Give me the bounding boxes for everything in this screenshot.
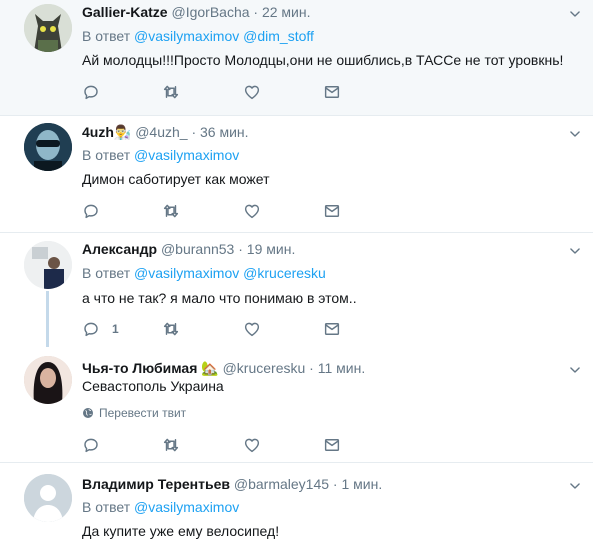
retweet-icon	[162, 202, 180, 220]
heart-icon	[243, 436, 261, 454]
profile-photo	[24, 356, 72, 404]
author-name[interactable]: Gallier-Katze	[82, 4, 168, 20]
avatar[interactable]	[24, 4, 72, 52]
author-handle[interactable]: @barmaley145	[234, 476, 329, 492]
reply-icon	[82, 436, 100, 454]
mention-link[interactable]: @kruceresku	[243, 265, 326, 281]
tweet[interactable]: Чья-то Любимая 🏡 @kruceresku · 11 мин. С…	[0, 346, 593, 462]
envelope-icon	[323, 320, 341, 338]
reply-button[interactable]: 1	[82, 319, 119, 339]
avatar[interactable]	[24, 241, 72, 289]
mention-link[interactable]: @dim_stoff	[243, 28, 314, 44]
tweet-text: Ай молодцы!!!Просто Молодцы,они не ошибл…	[82, 52, 564, 68]
tweet-timestamp[interactable]: · 36 мин.	[191, 124, 248, 140]
tweet-timestamp[interactable]: · 22 мин.	[253, 4, 310, 20]
reply-context: В ответ @vasilymaximov	[82, 499, 239, 515]
tweet-text: а что не так? я мало что понимаю в этом.…	[82, 290, 357, 306]
heart-icon	[243, 202, 261, 220]
translate-label: Перевести твит	[99, 406, 187, 420]
retweet-icon	[162, 83, 180, 101]
name-emoji: 👨‍🔬	[113, 124, 132, 140]
author-name[interactable]: Владимир Терентьев	[82, 476, 230, 492]
like-button[interactable]	[243, 435, 261, 455]
envelope-icon	[323, 436, 341, 454]
retweet-button[interactable]	[162, 319, 180, 339]
tweet[interactable]: Gallier-Katze @IgorBacha · 22 мин. В отв…	[0, 0, 593, 115]
reply-prefix: В ответ	[82, 28, 131, 44]
direct-message-button[interactable]	[323, 319, 341, 339]
profile-photo	[24, 123, 72, 171]
direct-message-button[interactable]	[323, 435, 341, 455]
chevron-down-icon[interactable]	[568, 244, 582, 258]
chevron-down-icon[interactable]	[568, 363, 582, 377]
chevron-down-icon[interactable]	[568, 7, 582, 21]
avatar[interactable]	[24, 474, 72, 522]
name-emoji: 🏡	[201, 360, 219, 376]
like-button[interactable]	[243, 201, 261, 221]
profile-photo	[24, 241, 72, 289]
retweet-button[interactable]	[162, 82, 180, 102]
like-button[interactable]	[243, 319, 261, 339]
mention-link[interactable]: @vasilymaximov	[134, 499, 239, 515]
retweet-icon	[162, 320, 180, 338]
reply-prefix: В ответ	[82, 147, 131, 163]
thread-connector	[46, 291, 49, 347]
tweet-text: Севастополь Украина	[82, 378, 224, 394]
retweet-button[interactable]	[162, 201, 180, 221]
heart-icon	[243, 320, 261, 338]
reply-context: В ответ @vasilymaximov @kruceresku	[82, 265, 326, 281]
tweet-header: Gallier-Katze @IgorBacha · 22 мин.	[82, 3, 311, 21]
mention-link[interactable]: @vasilymaximov	[134, 147, 239, 163]
author-handle[interactable]: @4uzh_	[135, 124, 187, 140]
tweet-header: Александр @burann53 · 19 мин.	[82, 240, 295, 258]
chevron-down-icon[interactable]	[568, 479, 582, 493]
reply-icon	[82, 320, 100, 338]
avatar[interactable]	[24, 123, 72, 171]
tweet-header: 4uzh👨‍🔬 @4uzh_ · 36 мин.	[82, 123, 249, 141]
heart-icon	[243, 83, 261, 101]
mention-link[interactable]: @vasilymaximov	[134, 265, 239, 281]
like-button[interactable]	[243, 82, 261, 102]
reply-context: В ответ @vasilymaximov @dim_stoff	[82, 28, 314, 44]
reply-count: 1	[112, 322, 119, 336]
tweet-text: Димон саботирует как может	[82, 171, 270, 187]
author-handle[interactable]: @IgorBacha	[171, 4, 249, 20]
cat-avatar-image	[24, 4, 72, 52]
chevron-down-icon[interactable]	[568, 127, 582, 141]
author-handle[interactable]: @kruceresku	[223, 360, 306, 376]
direct-message-button[interactable]	[323, 201, 341, 221]
translate-tweet-link[interactable]: Перевести твит	[82, 406, 186, 420]
reply-prefix: В ответ	[82, 265, 131, 281]
mention-link[interactable]: @vasilymaximov	[134, 28, 239, 44]
default-avatar-icon	[24, 474, 72, 522]
envelope-icon	[323, 83, 341, 101]
reply-prefix: В ответ	[82, 499, 131, 515]
avatar[interactable]	[24, 356, 72, 404]
reply-context: В ответ @vasilymaximov	[82, 147, 239, 163]
tweet-timestamp[interactable]: · 1 мин.	[333, 476, 382, 492]
author-handle[interactable]: @burann53	[161, 241, 234, 257]
tweet-timestamp[interactable]: · 11 мин.	[309, 360, 365, 376]
tweet-timestamp[interactable]: · 19 мин.	[238, 241, 295, 257]
tweet-header: Чья-то Любимая 🏡 @kruceresku · 11 мин.	[82, 359, 365, 377]
reply-button[interactable]	[82, 435, 100, 455]
author-name[interactable]: 4uzh	[82, 124, 114, 140]
tweet-text: Да купите уже ему велосипед!	[82, 523, 280, 539]
reply-button[interactable]	[82, 201, 100, 221]
reply-icon	[82, 202, 100, 220]
reply-button[interactable]	[82, 82, 100, 102]
reply-icon	[82, 83, 100, 101]
retweet-button[interactable]	[162, 435, 180, 455]
direct-message-button[interactable]	[323, 82, 341, 102]
author-name[interactable]: Александр	[82, 241, 157, 257]
tweet[interactable]: 4uzh👨‍🔬 @4uzh_ · 36 мин. В ответ @vasily…	[0, 116, 593, 232]
tweet[interactable]: Александр @burann53 · 19 мин. В ответ @v…	[0, 233, 593, 347]
retweet-icon	[162, 436, 180, 454]
tweet[interactable]: Владимир Терентьев @barmaley145 · 1 мин.…	[0, 463, 593, 551]
author-name[interactable]: Чья-то Любимая	[82, 360, 197, 376]
tweet-header: Владимир Терентьев @barmaley145 · 1 мин.	[82, 475, 382, 493]
envelope-icon	[323, 202, 341, 220]
globe-icon	[83, 408, 93, 418]
